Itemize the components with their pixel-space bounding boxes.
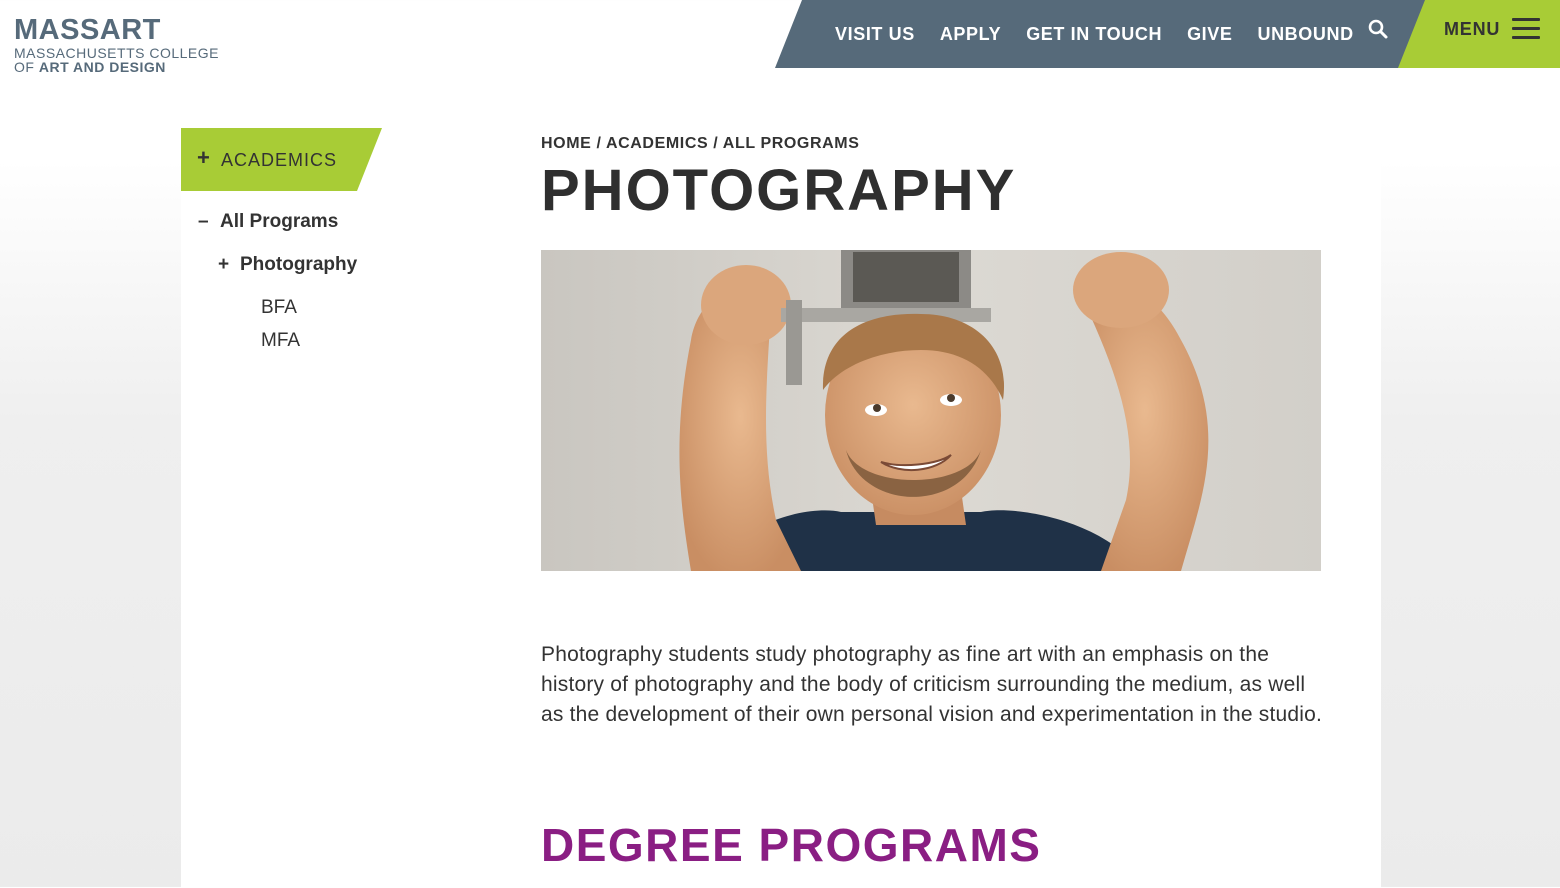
search-icon[interactable] <box>1367 18 1389 40</box>
breadcrumb-separator: / <box>591 135 606 152</box>
breadcrumb-separator: / <box>708 135 723 152</box>
nav-link-apply[interactable]: APPLY <box>940 24 1001 45</box>
sidebar-section-academics[interactable]: + ACADEMICS <box>181 128 382 191</box>
logo-subline-1: MASSACHUSETTS COLLEGE <box>14 45 219 61</box>
expand-plus-icon: + <box>197 145 210 170</box>
sidebar-section-label: ACADEMICS <box>221 150 338 170</box>
nav-link-visit-us[interactable]: VISIT US <box>835 24 915 45</box>
top-navigation: VISIT US APPLY GET IN TOUCH GIVE UNBOUND <box>775 0 1425 68</box>
sidebar-item-label: Photography <box>240 254 358 275</box>
breadcrumb-all-programs[interactable]: ALL PROGRAMS <box>723 135 860 152</box>
site-logo[interactable]: MASSART MASSACHUSETTS COLLEGE OF ART AND… <box>14 14 219 74</box>
breadcrumb-home[interactable]: HOME <box>541 135 591 152</box>
menu-label: MENU <box>1444 19 1501 39</box>
sidebar-item-label: All Programs <box>220 211 339 232</box>
page-title: PHOTOGRAPHY <box>541 158 1017 223</box>
sidebar-item-all-programs[interactable]: – All Programs <box>198 211 338 233</box>
expand-plus-icon: + <box>218 254 230 275</box>
menu-button[interactable]: MENU <box>1398 0 1560 68</box>
nav-link-get-in-touch[interactable]: GET IN TOUCH <box>1026 24 1162 45</box>
logo-subline-2-prefix: OF <box>14 59 35 75</box>
breadcrumb: HOME / ACADEMICS / ALL PROGRAMS <box>541 135 859 153</box>
intro-paragraph: Photography students study photography a… <box>541 643 1323 726</box>
sidebar-item-label: BFA <box>261 297 297 318</box>
degree-programs-heading: DEGREE PROGRAMS <box>541 819 1042 871</box>
breadcrumb-academics[interactable]: ACADEMICS <box>606 135 708 152</box>
sidebar-item-label: MFA <box>261 330 301 351</box>
logo-subline-2-bold: ART AND DESIGN <box>38 59 166 75</box>
sidebar-item-bfa[interactable]: BFA <box>261 297 297 319</box>
hamburger-icon <box>1512 18 1540 40</box>
logo-wordmark: MASSART <box>14 14 161 46</box>
sidebar-item-photography[interactable]: + Photography <box>218 254 357 276</box>
nav-link-give[interactable]: GIVE <box>1187 24 1232 45</box>
nav-link-unbound[interactable]: UNBOUND <box>1257 24 1353 45</box>
logo-subline-2: OF ART AND DESIGN <box>14 60 219 74</box>
sidebar-item-mfa[interactable]: MFA <box>261 330 300 352</box>
collapse-minus-icon: – <box>198 211 209 232</box>
hero-image <box>541 250 1321 571</box>
